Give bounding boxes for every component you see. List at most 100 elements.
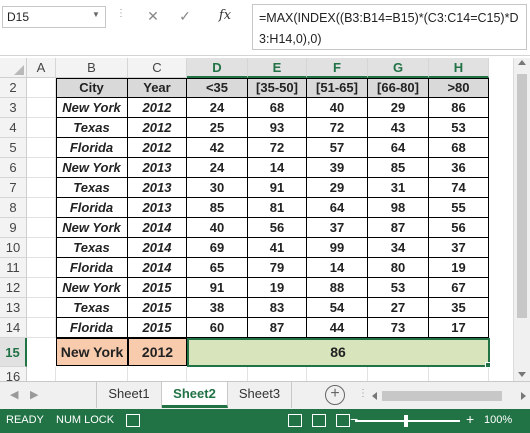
- table-cell[interactable]: Florida: [56, 258, 128, 278]
- column-header-f[interactable]: F: [307, 58, 368, 78]
- row-header-10[interactable]: 10: [0, 238, 27, 258]
- table-cell[interactable]: 14: [307, 258, 368, 278]
- table-header-cell[interactable]: Year: [128, 78, 187, 98]
- lookup-year-cell[interactable]: 2012: [128, 338, 187, 366]
- row-header-3[interactable]: 3: [0, 98, 27, 118]
- cell-a10[interactable]: [27, 238, 56, 258]
- zoom-in-icon[interactable]: +: [466, 411, 474, 427]
- cell-a6[interactable]: [27, 158, 56, 178]
- row-header-7[interactable]: 7: [0, 178, 27, 198]
- column-header-g[interactable]: G: [368, 58, 429, 78]
- horizontal-scroll-thumb[interactable]: [382, 391, 502, 401]
- table-cell[interactable]: New York: [56, 158, 128, 178]
- table-cell[interactable]: 42: [187, 138, 248, 158]
- table-cell[interactable]: Florida: [56, 138, 128, 158]
- worksheet-grid[interactable]: ABCDEFGH 2 3 4 5 6 7 8 9 10 11 12 13 14 15 16 City Year…: [0, 58, 513, 381]
- formula-input[interactable]: =MAX(INDEX((B3:B14=B15)*(C3:C14=C15)*D3:…: [252, 4, 527, 50]
- table-cell[interactable]: 43: [368, 118, 429, 138]
- table-cell[interactable]: 54: [307, 298, 368, 318]
- table-cell[interactable]: 37: [307, 218, 368, 238]
- fill-handle[interactable]: [485, 362, 491, 368]
- table-cell[interactable]: 34: [368, 238, 429, 258]
- row-header-6[interactable]: 6: [0, 158, 27, 178]
- table-cell[interactable]: 55: [429, 198, 489, 218]
- table-cell[interactable]: 2013: [128, 198, 187, 218]
- table-cell[interactable]: New York: [56, 98, 128, 118]
- table-cell[interactable]: 38: [187, 298, 248, 318]
- table-cell[interactable]: 31: [368, 178, 429, 198]
- table-cell[interactable]: 24: [187, 158, 248, 178]
- table-header-cell[interactable]: [35-50]: [248, 78, 307, 98]
- cell-row16[interactable]: [56, 367, 128, 381]
- tab-sheet1[interactable]: Sheet1: [96, 382, 162, 408]
- cell-a16[interactable]: [27, 367, 56, 381]
- table-cell[interactable]: Florida: [56, 198, 128, 218]
- table-cell[interactable]: 87: [248, 318, 307, 338]
- cell-row16[interactable]: [248, 367, 307, 381]
- row-header-12[interactable]: 12: [0, 278, 27, 298]
- table-cell[interactable]: 41: [248, 238, 307, 258]
- column-header-a[interactable]: A: [27, 58, 56, 78]
- cell-row16[interactable]: [368, 367, 429, 381]
- row-header-9[interactable]: 9: [0, 218, 27, 238]
- table-cell[interactable]: 24: [187, 98, 248, 118]
- table-cell[interactable]: 2014: [128, 258, 187, 278]
- table-cell[interactable]: 68: [248, 98, 307, 118]
- table-cell[interactable]: 19: [429, 258, 489, 278]
- table-header-cell[interactable]: <35: [187, 78, 248, 98]
- table-cell[interactable]: 2013: [128, 178, 187, 198]
- cell-a12[interactable]: [27, 278, 56, 298]
- cell-row16[interactable]: [128, 367, 187, 381]
- table-cell[interactable]: 93: [248, 118, 307, 138]
- table-cell[interactable]: 53: [429, 118, 489, 138]
- table-cell[interactable]: 2012: [128, 98, 187, 118]
- cell-row16[interactable]: [307, 367, 368, 381]
- table-cell[interactable]: 85: [187, 198, 248, 218]
- table-cell[interactable]: 36: [429, 158, 489, 178]
- table-cell[interactable]: New York: [56, 278, 128, 298]
- table-cell[interactable]: 85: [368, 158, 429, 178]
- table-cell[interactable]: 29: [307, 178, 368, 198]
- table-cell[interactable]: New York: [56, 218, 128, 238]
- insert-function-icon[interactable]: fx: [212, 5, 238, 27]
- tab-sheet3[interactable]: Sheet3: [228, 382, 292, 408]
- table-cell[interactable]: 68: [429, 138, 489, 158]
- name-box-dropdown-icon[interactable]: ▼: [92, 10, 100, 19]
- cell-a5[interactable]: [27, 138, 56, 158]
- row-header-8[interactable]: 8: [0, 198, 27, 218]
- cell-row16[interactable]: [187, 367, 248, 381]
- row-header-4[interactable]: 4: [0, 118, 27, 138]
- table-cell[interactable]: Texas: [56, 118, 128, 138]
- table-cell[interactable]: Texas: [56, 178, 128, 198]
- scroll-right-icon[interactable]: [521, 392, 526, 400]
- lookup-result-cell[interactable]: 86: [187, 338, 489, 366]
- column-header-c[interactable]: C: [128, 58, 187, 78]
- column-header-e[interactable]: E: [248, 58, 307, 78]
- table-cell[interactable]: 60: [187, 318, 248, 338]
- table-cell[interactable]: Florida: [56, 318, 128, 338]
- row-header-14[interactable]: 14: [0, 318, 27, 338]
- cell-a4[interactable]: [27, 118, 56, 138]
- table-header-cell[interactable]: >80: [429, 78, 489, 98]
- table-cell[interactable]: 56: [429, 218, 489, 238]
- table-cell[interactable]: 14: [248, 158, 307, 178]
- table-cell[interactable]: 88: [307, 278, 368, 298]
- scroll-up-icon[interactable]: [518, 60, 526, 65]
- table-cell[interactable]: 73: [368, 318, 429, 338]
- tab-sheet2[interactable]: Sheet2: [162, 382, 228, 408]
- table-cell[interactable]: 83: [248, 298, 307, 318]
- column-header-b[interactable]: B: [56, 58, 128, 78]
- table-cell[interactable]: 35: [429, 298, 489, 318]
- column-header-h[interactable]: H: [429, 58, 489, 78]
- table-cell[interactable]: 99: [307, 238, 368, 258]
- table-cell[interactable]: Texas: [56, 298, 128, 318]
- cell-a3[interactable]: [27, 98, 56, 118]
- cell-a2[interactable]: [27, 78, 56, 98]
- table-cell[interactable]: 2012: [128, 138, 187, 158]
- table-cell[interactable]: 87: [368, 218, 429, 238]
- cell-a7[interactable]: [27, 178, 56, 198]
- table-cell[interactable]: 74: [429, 178, 489, 198]
- table-cell[interactable]: 39: [307, 158, 368, 178]
- tab-prev-icon[interactable]: ◀: [10, 388, 18, 401]
- table-cell[interactable]: 86: [429, 98, 489, 118]
